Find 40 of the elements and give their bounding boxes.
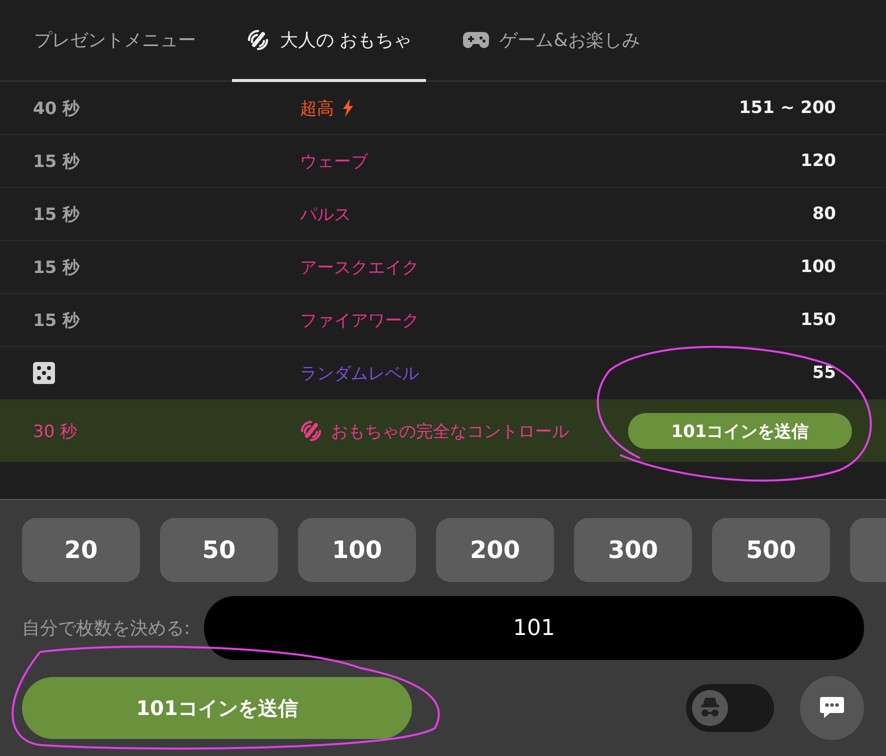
incognito-icon: [692, 690, 728, 726]
duration-text: 15 秒: [33, 256, 81, 278]
pattern-name: おもちゃの完全なコントロール: [331, 420, 569, 442]
menu-tab[interactable]: 大人の おもちゃ: [232, 0, 426, 82]
amount-chip[interactable]: 500: [712, 518, 830, 582]
amount-input[interactable]: 101: [204, 596, 864, 660]
amount-chip[interactable]: 200: [436, 518, 554, 582]
duration-text: 40 秒: [33, 98, 81, 120]
pattern-name: アースクエイク: [300, 256, 419, 278]
gamepad-icon: [462, 30, 490, 50]
pattern-name: パルス: [300, 204, 351, 226]
pattern-name: ランダムレベル: [300, 362, 419, 384]
pattern-name: 超高: [300, 98, 334, 120]
coin-amount: 120: [800, 151, 836, 171]
chat-icon: [819, 696, 845, 720]
toy-icon: [246, 28, 270, 52]
amount-chip[interactable]: 100: [298, 518, 416, 582]
amount-chip[interactable]: 50: [160, 518, 278, 582]
custom-amount-label: 自分で枚数を決める:: [22, 617, 190, 640]
lightning-icon: [342, 99, 354, 117]
coin-amount: 100: [800, 257, 836, 277]
amount-chip[interactable]: 20: [22, 518, 140, 582]
coin-amount: 80: [812, 204, 836, 224]
send-coins-button[interactable]: 101コインを送信: [628, 413, 852, 449]
coin-amount: 55: [812, 363, 836, 383]
duration-text: 30 秒: [33, 420, 78, 442]
menu-tab[interactable]: プレゼントメニュー: [20, 0, 210, 82]
duration-text: 15 秒: [33, 204, 81, 226]
duration-text: 15 秒: [33, 310, 81, 332]
coin-amount: 151 ~ 200: [738, 98, 836, 118]
amount-chip[interactable]: 300: [574, 518, 692, 582]
menu-tab[interactable]: ゲーム&お楽しみ: [448, 0, 654, 82]
duration-text: 15 秒: [33, 150, 81, 172]
dice-icon: [33, 362, 55, 384]
coin-amount: 150: [800, 310, 836, 330]
send-coins-button[interactable]: 101コインを送信: [22, 677, 412, 739]
incognito-toggle[interactable]: [686, 684, 774, 732]
pattern-name: ファイアワーク: [300, 310, 419, 332]
toy-icon: [299, 419, 323, 443]
pattern-name: ウェーブ: [300, 150, 368, 172]
